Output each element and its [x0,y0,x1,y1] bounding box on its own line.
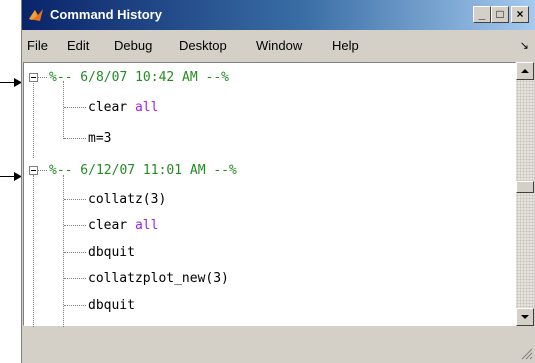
undock-arrow-icon[interactable]: ↘ [520,39,529,52]
menu-edit[interactable]: Edit [67,38,89,53]
collapse-session-icon[interactable] [29,73,38,82]
callout-arrow-icon [0,172,22,181]
menu-desktop[interactable]: Desktop [179,38,227,53]
menu-window[interactable]: Window [256,38,302,53]
menu-bar: File Edit Debug Desktop Window Help ↘ [22,32,535,58]
scroll-up-button[interactable] [516,62,534,80]
menu-help[interactable]: Help [332,38,359,53]
title-bar[interactable]: Command History _ □ × [22,0,535,30]
tree-line [64,252,86,253]
history-command[interactable]: clear all [88,218,158,233]
tree-line [64,199,86,200]
history-command[interactable]: collatzplot_new(3) [88,271,229,286]
tree-line [63,81,64,139]
tree-line [38,77,47,78]
tree-line [38,170,47,171]
status-bar [22,328,535,363]
session-header[interactable]: %-- 6/12/07 11:01 AM --% [49,163,237,178]
menu-file[interactable]: File [27,38,48,53]
tree-line [64,305,86,306]
resize-grip-icon[interactable] [520,347,533,360]
command-history-window: Command History _ □ × File Edit Debug De… [21,0,535,363]
tree-line [64,278,86,279]
arrow-up-icon [521,69,529,73]
tree-line [64,107,86,108]
history-command[interactable]: m=3 [88,131,111,146]
close-button[interactable]: × [511,6,529,23]
history-command[interactable]: clear all [88,100,158,115]
history-command[interactable]: dbquit [88,298,135,313]
scroll-down-button[interactable] [516,308,534,326]
session-header[interactable]: %-- 6/8/07 10:42 AM --% [49,70,229,85]
tree-line [64,138,86,139]
vertical-scrollbar[interactable] [516,62,534,326]
history-list: %-- 6/8/07 10:42 AM --% clear all m=3 %-… [23,62,516,327]
arrow-down-icon [521,315,529,319]
tree-line [33,80,34,158]
history-command[interactable]: dbquit [88,245,135,260]
menu-debug[interactable]: Debug [114,38,152,53]
tree-line [33,175,34,327]
window-title: Command History [50,7,162,22]
callout-arrow-icon [0,78,22,87]
minimize-button[interactable]: _ [473,6,491,23]
matlab-icon [29,9,43,21]
maximize-button[interactable]: □ [491,6,509,23]
scroll-thumb[interactable] [516,181,534,193]
history-command[interactable]: collatz(3) [88,192,166,207]
tree-line [64,225,86,226]
collapse-session-icon[interactable] [29,166,38,175]
